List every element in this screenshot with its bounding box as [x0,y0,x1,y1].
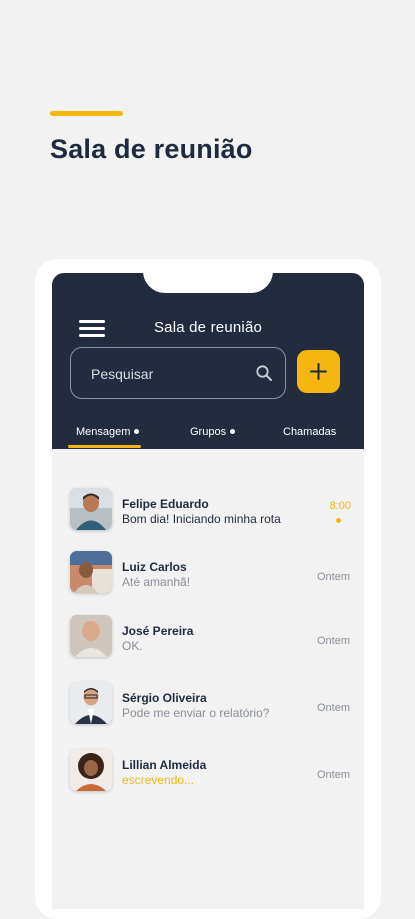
chat-name: Sérgio Oliveira [122,691,207,705]
chat-list: Felipe Eduardo Bom dia! Iniciando minha … [52,449,364,909]
chat-message: OK. [122,639,143,653]
chat-typing-status: escrevendo... [122,773,195,787]
chat-name: Luiz Carlos [122,560,187,574]
chat-time: Ontem [316,635,350,647]
chat-time: Ontem [316,571,350,583]
chat-item-sergio-oliveira[interactable]: Sérgio Oliveira Pode me enviar o relatór… [52,682,364,742]
search-box[interactable] [70,347,286,400]
phone-mockup: Sala de reunião Mensagem Grupos Chamadas [35,259,381,919]
avatar [70,488,112,530]
search-input[interactable] [89,348,253,400]
tab-label: Chamadas [283,426,337,438]
chat-name: José Pereira [122,624,194,638]
chat-item-jose-pereira[interactable]: José Pereira OK. Ontem [52,615,364,675]
accent-bar [50,111,123,116]
tab-notification-dot [134,428,140,434]
app-header: Sala de reunião Mensagem Grupos Chamadas [52,273,364,449]
chat-item-felipe-eduardo[interactable]: Felipe Eduardo Bom dia! Iniciando minha … [52,488,364,548]
search-icon[interactable] [255,364,273,382]
unread-indicator [336,518,341,523]
avatar [70,682,112,724]
page-title: Sala de reunião [50,134,253,164]
add-button[interactable] [297,350,340,393]
tab-grupos[interactable]: Grupos [190,426,236,438]
chat-item-luiz-carlos[interactable]: Luiz Carlos Até amanhã! Ontem [52,551,364,611]
app-header-title: Sala de reunião [153,319,263,336]
chat-name: Felipe Eduardo [122,497,209,511]
avatar [70,615,112,657]
chat-name: Lillian Almeida [122,758,207,772]
tab-chamadas[interactable]: Chamadas [283,426,336,438]
avatar [70,551,112,593]
tab-label: Mensagem [76,426,131,438]
phone-notch [143,273,273,293]
tab-label: Grupos [190,426,227,438]
chat-time: 8:00 [329,500,351,512]
chat-time: Ontem [316,702,350,714]
chat-message: Até amanhã! [122,575,191,589]
chat-message: Bom dia! Iniciando minha rota [122,512,281,526]
tab-notification-dot [230,428,236,434]
chat-item-lillian-almeida[interactable]: Lillian Almeida escrevendo... Ontem [52,749,364,809]
chat-time: Ontem [316,769,350,781]
chat-message: Pode me enviar o relatório? [122,706,270,720]
plus-icon [310,363,327,380]
active-tab-indicator [68,445,141,448]
tab-mensagem[interactable]: Mensagem [76,426,140,438]
avatar [70,749,112,791]
